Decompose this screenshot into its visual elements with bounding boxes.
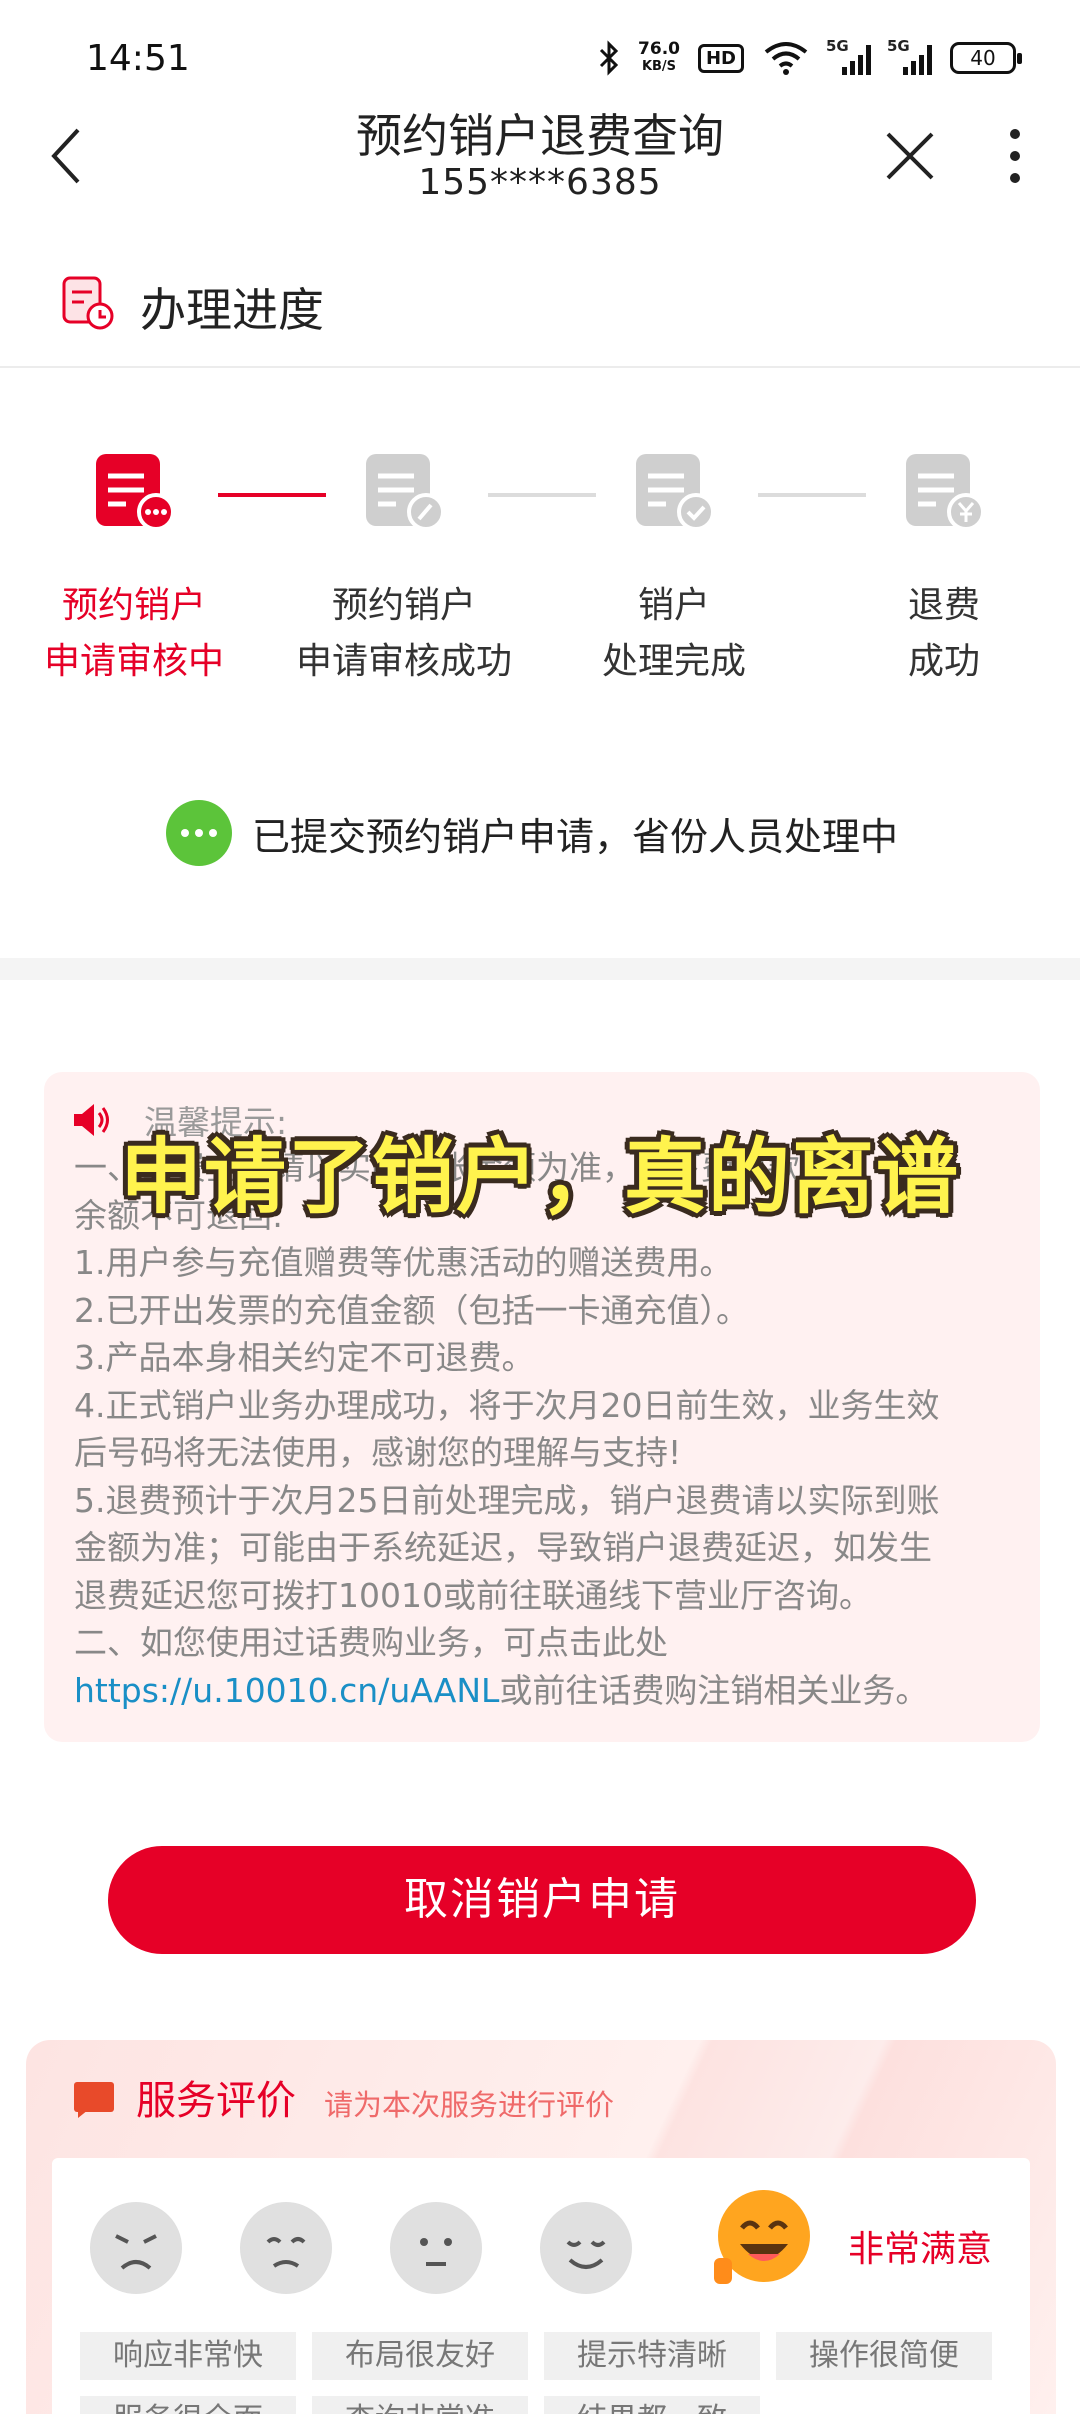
document-yen-icon	[906, 454, 984, 531]
network-speed-unit: KB/S	[641, 59, 677, 74]
step-3-label: 销户 处理完成	[544, 578, 804, 690]
evaluation-title: 服务评价	[136, 2078, 296, 2124]
bluetooth-icon	[599, 40, 619, 76]
tips-line: 二、如您使用过话费购业务，可点击此处	[74, 1623, 668, 1662]
tips-line: 后号码将无法使用，感谢您的理解与支持!	[74, 1433, 682, 1472]
very-dissatisfied-face-icon[interactable]	[90, 2202, 182, 2294]
processing-dots-icon	[166, 800, 232, 866]
signal-icon: 5G	[826, 37, 871, 75]
tips-line: 金额为准；可能由于系统延迟，导致销户退费延迟，如发生	[74, 1528, 932, 1567]
tag-clear-prompts[interactable]: 提示特清晰	[544, 2332, 760, 2380]
tips-line: 4.正式销户业务办理成功，将于次月20日前生效，业务生效	[74, 1385, 940, 1425]
network-speed: 76.0 KB/S	[638, 41, 680, 75]
tips-body: 一、退费金额请以实际到账金额为准，以下费用款部分 余额不可退回: 1.用户参与充…	[74, 1144, 1024, 1714]
step-connector	[488, 493, 596, 497]
network-speed-value: 76.0	[638, 39, 680, 59]
step-label-line: 销户	[637, 585, 710, 626]
document-edit-icon	[366, 454, 444, 531]
step-label-line: 申请审核成功	[295, 641, 512, 682]
step-2-label: 预约销户 申请审核成功	[274, 578, 534, 690]
overlay-caption: 申请了销户，真的离谱	[120, 1130, 961, 1225]
more-vertical-icon[interactable]	[1000, 128, 1030, 184]
tag-consistent-results[interactable]: 结果都一致	[544, 2396, 760, 2414]
dissatisfied-face-icon[interactable]	[240, 2202, 332, 2294]
signal-generation: 5G	[887, 37, 910, 55]
speaker-icon	[74, 1104, 109, 1136]
tag-accurate-query[interactable]: 查询非常准	[312, 2396, 528, 2414]
chat-bubble-icon	[74, 2082, 114, 2118]
step-label-line: 退费	[907, 585, 980, 626]
battery-icon: 40	[950, 42, 1022, 74]
document-check-icon	[636, 454, 714, 531]
status-time: 14:51	[86, 38, 190, 79]
neutral-face-icon[interactable]	[390, 2202, 482, 2294]
step-4-label: 退费 成功	[814, 578, 1074, 690]
step-label-line: 预约销户	[61, 585, 206, 626]
cancel-application-button[interactable]: 取消销户申请	[108, 1846, 976, 1954]
tag-comprehensive-service[interactable]: 服务很全面	[80, 2396, 296, 2414]
step-label-line: 申请审核中	[43, 641, 224, 682]
tips-line: 2.已开出发票的充值金额（包括一卡通充值）。	[74, 1290, 749, 1330]
close-icon[interactable]	[882, 128, 938, 184]
very-satisfied-face-icon[interactable]	[712, 2188, 812, 2288]
document-pending-icon	[96, 454, 174, 531]
wifi-icon	[764, 42, 808, 75]
tag-fast-response[interactable]: 响应非常快	[80, 2332, 296, 2380]
status-icons: 76.0 KB/S HD 5G 5G 40	[598, 37, 1022, 76]
signal-icon: 5G	[887, 37, 932, 75]
hd-badge: HD	[697, 43, 744, 73]
selected-rating-label: 非常满意	[848, 2229, 993, 2270]
step-label-line: 成功	[907, 641, 980, 682]
service-evaluation-card: 服务评价 请为本次服务进行评价 非常满意 响应非常快 布局很友好 提示特清晰 操…	[26, 2040, 1056, 2414]
tips-line: 退费延迟您可拨打10010或前往联通线下营业厅咨询。	[74, 1575, 872, 1615]
step-connector-active	[218, 493, 326, 497]
step-1-label: 预约销户 申请审核中	[4, 578, 264, 690]
step-connector	[758, 493, 866, 497]
tips-link-line: https://u.10010.cn/uAANL或前往话费购注销相关业务。	[74, 1667, 1024, 1715]
satisfied-face-icon[interactable]	[540, 2202, 632, 2294]
tips-line: 3.产品本身相关约定不可退费。	[74, 1338, 535, 1377]
progress-section-header: 办理进度	[0, 264, 1080, 368]
section-title: 办理进度	[140, 283, 324, 337]
step-label-line: 处理完成	[601, 641, 746, 682]
evaluation-panel: 非常满意 响应非常快 布局很友好 提示特清晰 操作很简便 服务很全面 查询非常准…	[52, 2158, 1030, 2414]
tag-friendly-layout[interactable]: 布局很友好	[312, 2332, 528, 2380]
tag-simple-operation[interactable]: 操作很简便	[776, 2332, 992, 2380]
tips-line: 1.用户参与充值赠费等优惠活动的赠送费用。	[74, 1243, 733, 1282]
evaluation-subtitle: 请为本次服务进行评价	[324, 2088, 615, 2122]
progress-document-icon	[62, 276, 114, 330]
status-message-text: 已提交预约销户申请，省份人员处理中	[252, 814, 899, 859]
tips-link-suffix: 或前往话费购注销相关业务。	[499, 1670, 929, 1710]
progress-status-message: 已提交预约销户申请，省份人员处理中	[166, 800, 898, 866]
step-label-line: 预约销户	[331, 585, 476, 626]
signal-generation: 5G	[826, 37, 849, 55]
tips-line: 5.退费预计于次月25日前处理完成，销户退费请以实际到账	[74, 1480, 940, 1520]
section-divider	[0, 958, 1080, 980]
huafeigou-link[interactable]: https://u.10010.cn/uAANL	[74, 1671, 499, 1710]
status-bar: 14:51 76.0 KB/S HD 5G 5G 40	[0, 0, 1080, 110]
